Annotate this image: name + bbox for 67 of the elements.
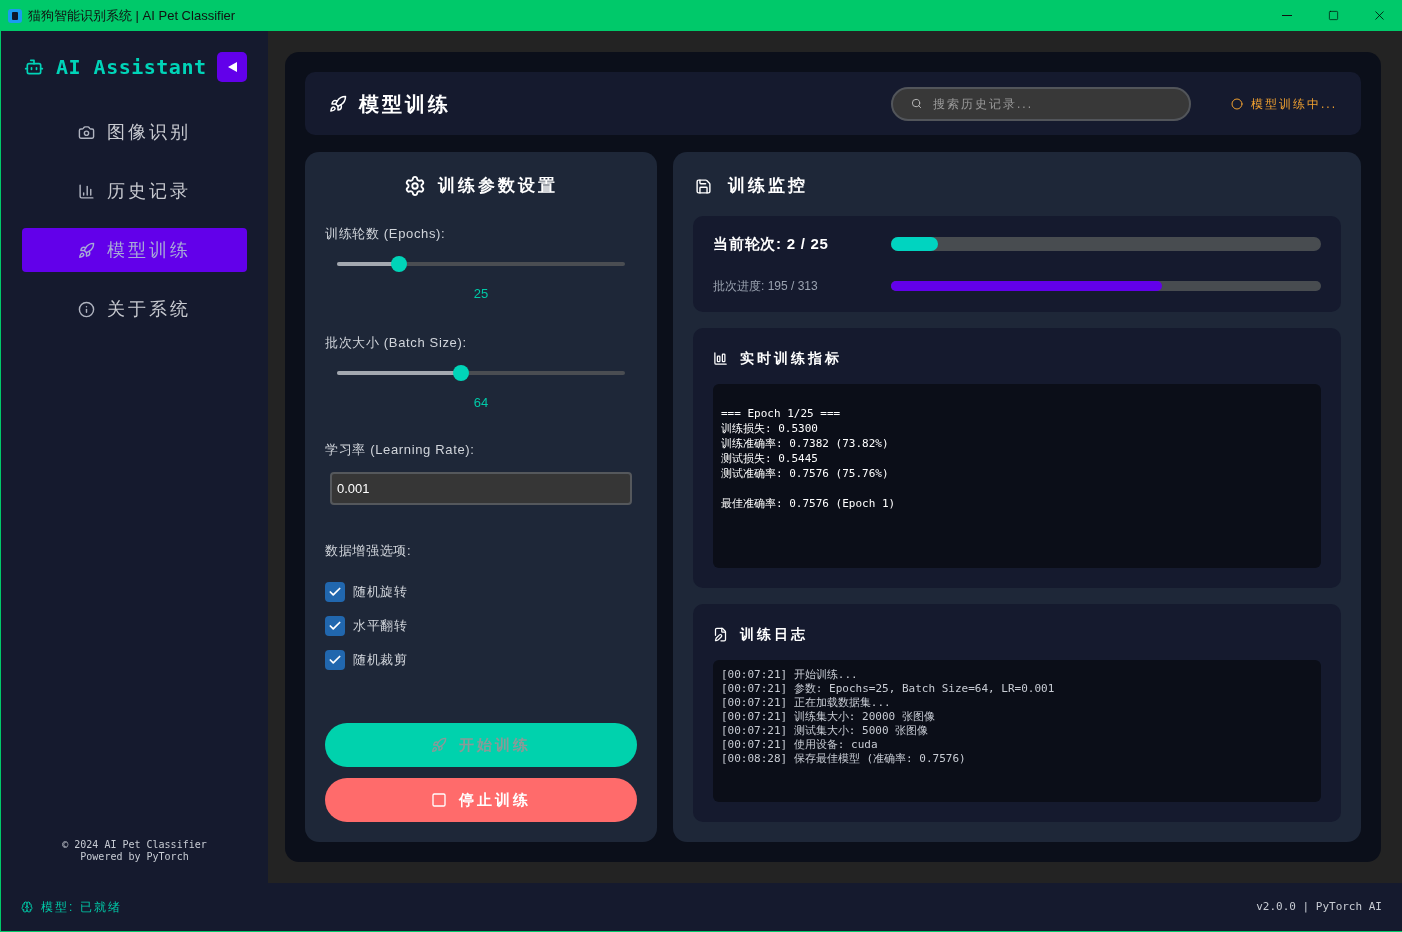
metrics-title: 实时训练指标: [740, 348, 842, 368]
section-title: 训练监控: [728, 175, 808, 198]
nav-item[interactable]: 模型训练: [22, 228, 247, 272]
log-title: 训练日志: [740, 624, 808, 644]
app-icon: [8, 8, 22, 23]
status-circle-icon: [1231, 97, 1243, 110]
log-line: [00:07:21] 测试集大小: 5000 张图像: [721, 724, 930, 738]
checkbox-label: 水平翻转: [353, 617, 408, 636]
window-title: 猫狗智能识别系统 | AI Pet Classifier: [28, 6, 236, 25]
section-title: 训练参数设置: [438, 175, 558, 198]
model-status: 模型: 已就绪: [41, 899, 122, 916]
slider-thumb[interactable]: [452, 364, 469, 381]
log-line: [00:07:21] 训练集大小: 20000 张图像: [721, 710, 936, 724]
checkbox[interactable]: [325, 650, 345, 670]
batch-progress-label: 批次进度: 195 / 313: [713, 278, 819, 296]
collapse-button[interactable]: [217, 52, 247, 82]
log-line: [00:07:21] 使用设备: cuda: [721, 738, 879, 752]
gear-icon: [404, 175, 426, 197]
log-line: [00:07:21] 参数: Epochs=25, Batch Size=64, LR=0.001: [721, 682, 1056, 696]
log-line: [00:07:21] 开始训练...: [721, 668, 859, 682]
slider[interactable]: [337, 255, 625, 272]
checkbox[interactable]: [325, 616, 345, 636]
rocket-icon: [431, 737, 447, 753]
camera-icon: [78, 123, 95, 141]
save-icon: [695, 177, 712, 195]
checkbox-label: 随机裁剪: [353, 651, 408, 670]
log-line: [00:07:21] 正在加载数据集...: [721, 696, 892, 710]
triangle-left-icon: [227, 62, 237, 72]
nav-item[interactable]: 关于系统: [22, 287, 247, 331]
checkbox[interactable]: [325, 582, 345, 602]
search-icon: [911, 97, 922, 109]
document-pen-icon: [713, 626, 728, 642]
maximize-icon: [1327, 10, 1339, 21]
slider-label: 训练轮数 (Epochs):: [325, 225, 447, 243]
log-line: [00:08:28] 保存最佳模型 (准确率: 0.7576): [721, 752, 967, 766]
stop-icon: [431, 792, 447, 808]
rocket-icon: [329, 94, 347, 113]
chart-icon: [713, 350, 728, 366]
epoch-progress-label: 当前轮次: 2 / 25: [713, 233, 830, 254]
version-text: v2.0.0 | PyTorch AI: [1256, 898, 1382, 915]
checkbox-label: 随机旋转: [353, 583, 408, 602]
slider-label: 批次大小 (Batch Size):: [325, 334, 468, 352]
brain-icon: [21, 901, 33, 913]
options-label: 数据增强选项:: [325, 541, 413, 560]
slider-value: 64: [473, 393, 489, 412]
learning-rate-field[interactable]: 0.001: [330, 471, 632, 505]
check-icon: [328, 653, 342, 667]
minimize-icon: [1282, 15, 1292, 16]
footer-text: Powered by PyTorch: [80, 851, 189, 863]
nav-item[interactable]: 历史记录: [22, 169, 247, 213]
bar-chart-icon: [78, 182, 95, 200]
search-field[interactable]: 搜索历史记录...: [891, 86, 1191, 121]
slider-thumb[interactable]: [390, 255, 407, 272]
nav-item[interactable]: 图像识别: [22, 110, 247, 154]
field-label: 学习率 (Learning Rate):: [325, 441, 476, 459]
slider-value: 25: [473, 284, 489, 303]
rocket-icon: [78, 241, 95, 259]
slider[interactable]: [337, 364, 625, 381]
check-icon: [328, 619, 342, 633]
brand-name: AI Assistant: [56, 54, 207, 81]
metrics-output: === Epoch 1/25 === 训练损失: 0.5300 训练准确率: 0.7382 (73.82%) 测试损失: 0.5445 测试准确率: 0.7576 (75.76%) 最佳准确率: 0.7576 (Epoch 1): [713, 384, 1321, 568]
footer-text: © 2024 AI Pet Classifier: [62, 839, 207, 851]
page-title: 模型训练: [359, 91, 451, 117]
info-icon: [78, 300, 95, 318]
training-status: 模型训练中...: [1251, 95, 1337, 113]
check-icon: [328, 585, 342, 599]
robot-icon: [24, 57, 44, 77]
